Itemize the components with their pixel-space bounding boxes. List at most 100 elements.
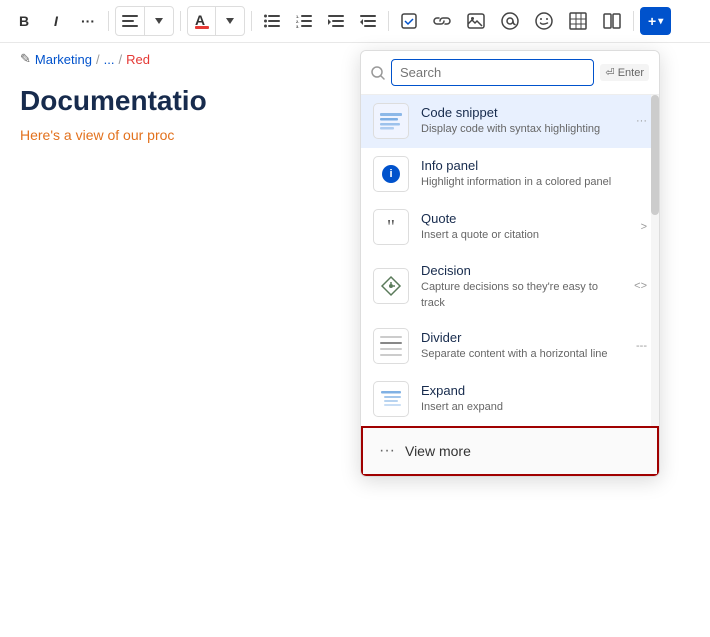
link-button[interactable] — [427, 7, 457, 35]
outdent-button[interactable] — [354, 7, 382, 35]
mention-icon — [501, 12, 519, 30]
emoji-icon — [535, 12, 553, 30]
svg-text:3.: 3. — [296, 24, 299, 28]
divider-line-3 — [380, 348, 402, 350]
view-more-button[interactable]: ··· View more — [361, 426, 659, 476]
search-input[interactable] — [391, 59, 594, 86]
menu-item-expand[interactable]: Expand Insert an expand — [361, 373, 659, 426]
table-button[interactable] — [563, 7, 593, 35]
menu-list: Code snippet Display code with syntax hi… — [361, 95, 659, 426]
menu-item-code-snippet[interactable]: Code snippet Display code with syntax hi… — [361, 95, 659, 148]
numbered-list-button[interactable]: 1.2.3. — [290, 7, 318, 35]
plus-label: + — [648, 13, 656, 29]
enter-badge: ⏎ Enter — [600, 64, 649, 81]
breadcrumb-marketing[interactable]: Marketing — [35, 52, 92, 67]
breadcrumb-ellipsis[interactable]: ... — [104, 52, 115, 67]
toolbar-separator-2 — [180, 11, 181, 31]
chevron-label: ▾ — [658, 16, 663, 27]
divider-desc: Separate content with a horizontal line — [421, 347, 624, 362]
mention-button[interactable] — [495, 7, 525, 35]
text-color-icon: A — [195, 13, 209, 29]
decision-icon — [373, 268, 409, 304]
breadcrumb-sep-1: / — [96, 52, 100, 67]
align-icon — [122, 14, 138, 28]
columns-button[interactable] — [597, 7, 627, 35]
search-box: ⏎ Enter — [361, 51, 659, 95]
scroll-track — [651, 95, 659, 426]
divider-title: Divider — [421, 329, 624, 347]
pencil-icon: ✎ — [20, 51, 31, 67]
code-snippet-text: Code snippet Display code with syntax hi… — [421, 104, 624, 138]
toolbar-separator-3 — [251, 11, 252, 31]
link-icon — [433, 15, 451, 27]
decision-shape-icon — [380, 275, 402, 297]
info-panel-desc: Highlight information in a colored panel — [421, 175, 635, 190]
quote-shortcut: > — [641, 221, 647, 233]
expand-desc: Insert an expand — [421, 400, 635, 415]
divider-lines-icon — [378, 334, 404, 358]
code-snippet-desc: Display code with syntax highlighting — [421, 122, 624, 137]
breadcrumb-sep-2: / — [118, 52, 122, 67]
menu-item-quote[interactable]: " Quote Insert a quote or citation > — [361, 201, 659, 254]
divider-text: Divider Separate content with a horizont… — [421, 329, 624, 363]
image-icon — [467, 13, 485, 29]
divider-line-2 — [380, 342, 402, 344]
chevron-down-icon — [155, 18, 163, 24]
bold-button[interactable]: B — [10, 7, 38, 35]
columns-icon — [603, 13, 621, 29]
quote-title: Quote — [421, 210, 629, 228]
align-button[interactable] — [116, 7, 145, 35]
expand-title: Expand — [421, 382, 635, 400]
decision-shortcut: <> — [634, 280, 647, 292]
divider-line-1 — [380, 336, 402, 338]
emoji-button[interactable] — [529, 7, 559, 35]
bullet-list-icon — [264, 14, 280, 28]
code-snippet-title: Code snippet — [421, 104, 624, 122]
text-color-button[interactable]: A — [188, 7, 216, 35]
expand-text: Expand Insert an expand — [421, 382, 635, 416]
align-group — [115, 6, 174, 36]
decision-desc: Capture decisions so they're easy to tra… — [421, 280, 622, 311]
info-panel-text: Info panel Highlight information in a co… — [421, 157, 635, 191]
info-panel-title: Info panel — [421, 157, 635, 175]
toolbar-separator-5 — [633, 11, 634, 31]
expand-icon — [373, 381, 409, 417]
code-snippet-icon — [373, 103, 409, 139]
indent-button[interactable] — [322, 7, 350, 35]
menu-item-divider[interactable]: Divider Separate content with a horizont… — [361, 320, 659, 373]
search-icon — [371, 66, 385, 80]
toolbar: B I ··· A 1.2.3. — [0, 0, 710, 43]
insert-dropdown: ⏎ Enter Code snippet Display code with s… — [360, 50, 660, 477]
insert-plus-button[interactable]: + ▾ — [640, 7, 671, 35]
italic-button[interactable]: I — [42, 7, 70, 35]
numbered-list-icon: 1.2.3. — [296, 14, 312, 28]
scroll-thumb[interactable] — [651, 95, 659, 215]
image-button[interactable] — [461, 7, 491, 35]
code-lines-icon — [378, 110, 404, 132]
color-group: A — [187, 6, 245, 36]
task-button[interactable] — [395, 7, 423, 35]
enter-label: ⏎ Enter — [605, 66, 644, 79]
menu-item-decision[interactable]: Decision Capture decisions so they're ea… — [361, 254, 659, 320]
quote-mark-icon: " — [387, 217, 395, 237]
decision-title: Decision — [421, 262, 622, 280]
breadcrumb-current[interactable]: Red — [126, 52, 150, 67]
info-circle-icon: i — [382, 165, 400, 183]
chevron-down-icon-2 — [226, 18, 234, 24]
code-snippet-shortcut: ··· — [636, 115, 647, 127]
view-more-icon: ··· — [379, 442, 395, 460]
more-button[interactable]: ··· — [74, 7, 102, 35]
info-panel-icon: i — [373, 156, 409, 192]
menu-item-info-panel[interactable]: i Info panel Highlight information in a … — [361, 148, 659, 201]
color-dropdown-button[interactable] — [216, 7, 244, 35]
outdent-icon — [360, 14, 376, 28]
toolbar-separator-1 — [108, 11, 109, 31]
divider-icon — [373, 328, 409, 364]
bullet-list-button[interactable] — [258, 7, 286, 35]
align-dropdown-button[interactable] — [145, 7, 173, 35]
indent-icon — [328, 14, 344, 28]
task-icon — [401, 13, 417, 29]
toolbar-separator-4 — [388, 11, 389, 31]
quote-text: Quote Insert a quote or citation — [421, 210, 629, 244]
expand-lines-icon — [379, 388, 403, 410]
